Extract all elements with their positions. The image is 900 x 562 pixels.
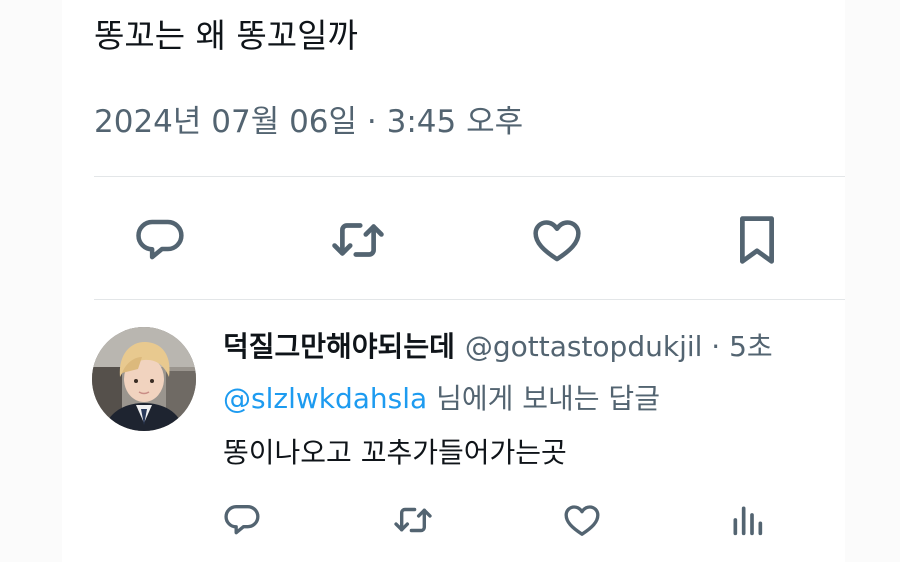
reply-to-suffix: 님에게 보내는 답글	[427, 382, 660, 415]
reply-bubble-icon	[136, 219, 184, 260]
reply-views-button[interactable]	[722, 495, 772, 545]
tweet-timestamp[interactable]: 2024년 07월 06일 · 3:45 오후	[94, 100, 523, 144]
tweet-detail-column: 똥꼬는 왜 똥꼬일까 2024년 07월 06일 · 3:45 오후 덕질그만해…	[62, 0, 845, 562]
retweet-icon	[394, 507, 432, 533]
bookmark-button[interactable]	[727, 208, 787, 272]
reply-reply-button[interactable]	[217, 495, 267, 545]
like-button[interactable]	[527, 208, 587, 272]
reply-display-name[interactable]: 덕질그만해야되는데	[223, 330, 455, 363]
replying-to-line: @slzlwkdahsla 님에게 보내는 답글	[223, 380, 660, 418]
reply-tweet[interactable]: 덕질그만해야되는데 @gottastopdukjil · 5초 @slzlwkda…	[62, 300, 845, 562]
reply-header: 덕질그만해야되는데 @gottastopdukjil · 5초	[223, 328, 845, 366]
reply-handle[interactable]: @gottastopdukjil	[465, 330, 703, 363]
right-gutter	[845, 0, 900, 562]
heart-icon	[564, 505, 600, 536]
reply-time[interactable]: · 5초	[702, 330, 772, 363]
reply-text: 똥이나오고 꼬추가들어가는곳	[223, 436, 567, 469]
heart-icon	[533, 220, 581, 262]
reply-retweet-button[interactable]	[388, 495, 438, 545]
retweet-button[interactable]	[328, 208, 388, 272]
views-icon	[733, 506, 763, 536]
reply-bubble-icon	[224, 505, 260, 535]
reply-like-button[interactable]	[557, 495, 607, 545]
tweet-action-bar	[62, 208, 845, 272]
reply-to-mention[interactable]: @slzlwkdahsla	[223, 382, 427, 415]
reply-button[interactable]	[130, 208, 190, 272]
tweet-text: 똥꼬는 왜 똥꼬일까	[94, 16, 358, 55]
retweet-icon	[332, 223, 384, 257]
left-gutter	[0, 0, 62, 562]
screen: 똥꼬는 왜 똥꼬일까 2024년 07월 06일 · 3:45 오후 덕질그만해…	[0, 0, 900, 562]
divider	[94, 176, 845, 177]
bookmark-icon	[740, 216, 774, 264]
reply-action-bar	[62, 495, 845, 545]
avatar-image	[92, 327, 196, 431]
avatar[interactable]	[92, 327, 196, 431]
